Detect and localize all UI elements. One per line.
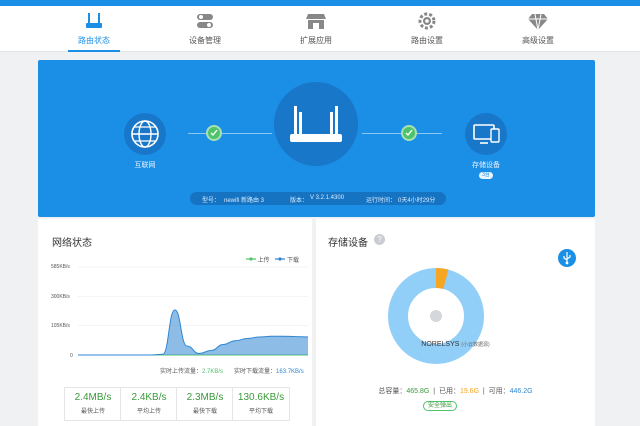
device-subtitle: (小云数据源): [461, 342, 490, 348]
diamond-icon: [528, 13, 548, 31]
version-label: 版本：: [290, 198, 309, 204]
y-tick-label: 0: [70, 353, 73, 359]
tab-label: 高级设置: [522, 36, 554, 45]
tab-device-management[interactable]: 设备管理: [165, 6, 245, 52]
stat-label: 平均上传: [136, 409, 161, 415]
stat-avg-upload: 2.4KB/s 平均上传: [120, 387, 178, 421]
devices-icon: [473, 124, 500, 144]
main-nav: 路由状态 设备管理 扩展应用 路由设置 高级设置: [0, 6, 640, 52]
model-label: 型号：: [202, 198, 221, 204]
stat-label: 最快下载: [192, 409, 217, 415]
stat-max-download: 2.3MB/s 最快下载: [176, 387, 234, 421]
version-value: V 3.2.1.4300: [310, 195, 345, 201]
panel-title: 存储设备: [328, 238, 368, 249]
realtime-download-label: 实时下载流量：: [234, 369, 277, 375]
used-value: 19.6G: [459, 388, 480, 395]
router-info-bar: 型号： newifi 新路由 3 版本： V 3.2.1.4300 运行时间： …: [190, 192, 446, 205]
gear-icon: [418, 12, 436, 30]
y-tick-label: 300KB/s: [51, 294, 70, 300]
panel-title: 网络状态: [52, 238, 92, 249]
tab-router-status[interactable]: 路由状态: [54, 6, 134, 52]
stat-avg-download: 130.6KB/s 平均下载: [232, 387, 290, 421]
free-value: 446.2G: [509, 388, 533, 395]
tab-label: 路由状态: [78, 36, 110, 45]
realtime-download: 实时下载流量：163.7KB/s: [234, 366, 304, 375]
device-name: NORELSYS: [421, 341, 460, 348]
stat-value: 2.3MB/s: [186, 392, 224, 403]
help-icon[interactable]: ?: [374, 234, 385, 245]
router-icon: [86, 13, 102, 28]
stat-max-upload: 2.4MB/s 最快上传: [64, 387, 122, 421]
donut-center-dot: [430, 310, 442, 322]
check-icon: [206, 125, 222, 141]
globe-icon: [131, 120, 159, 148]
stat-label: 最快上传: [80, 409, 105, 415]
series-area-1: [78, 309, 308, 355]
toggle-icon: [197, 14, 213, 28]
stat-label: 平均下载: [248, 409, 273, 415]
y-tick-label: 585KB/s: [51, 264, 70, 270]
tab-label: 路由设置: [411, 36, 443, 45]
internet-label: 互联网: [134, 162, 156, 169]
used-label: 已用：: [438, 388, 460, 395]
router-icon: [290, 106, 342, 142]
uptime-value: 0天4小时29分: [398, 198, 436, 204]
realtime-upload-value: 2.7KB/s: [202, 369, 224, 375]
storage-node[interactable]: [465, 113, 507, 155]
tab-router-settings[interactable]: 路由设置: [387, 6, 467, 52]
router-node[interactable]: [274, 82, 358, 166]
check-icon: [401, 125, 417, 141]
internet-node[interactable]: [124, 113, 166, 155]
free-label: 可用：: [488, 388, 510, 395]
tab-label: 扩展应用: [300, 36, 332, 45]
total-value: 465.8G: [406, 388, 430, 395]
stat-value: 2.4MB/s: [74, 392, 112, 403]
storage-donut-chart: [388, 268, 484, 364]
connection-line: [188, 133, 272, 134]
device-count-badge: 3台: [479, 172, 493, 179]
realtime-upload-label: 实时上传流量：: [160, 369, 203, 375]
storage-panel: 存储设备 ? NORELSYS (小云数据源) 总容量：465.8G | 已用：…: [316, 219, 595, 426]
realtime-download-value: 163.7KB/s: [276, 369, 304, 375]
safe-eject-button[interactable]: 安全弹出: [423, 401, 457, 411]
total-label: 总容量：: [378, 388, 407, 395]
tab-extensions[interactable]: 扩展应用: [276, 6, 356, 52]
tab-advanced-settings[interactable]: 高级设置: [498, 6, 578, 52]
device-name-row: NORELSYS (小云数据源): [316, 341, 595, 348]
y-tick-label: 105KB/s: [51, 323, 70, 329]
usb-button[interactable]: [558, 249, 576, 267]
usb-icon: [563, 252, 571, 265]
realtime-upload: 实时上传流量：2.7KB/s: [160, 366, 223, 375]
uptime-label: 运行时间：: [366, 198, 397, 204]
model-value: newifi 新路由 3: [224, 198, 265, 204]
storage-label: 存储设备: [472, 162, 500, 169]
stat-value: 130.6KB/s: [237, 392, 285, 403]
store-icon: [306, 14, 326, 29]
stat-value: 2.4KB/s: [131, 392, 167, 403]
capacity-row: 总容量：465.8G | 已用：19.6G | 可用：446.2G: [378, 388, 533, 395]
traffic-chart: [78, 266, 308, 356]
tab-label: 设备管理: [189, 36, 221, 45]
router-status-panel: 互联网 存储设备 3台 型号： newifi 新路由 3 版本： V 3.2.1…: [38, 60, 595, 217]
